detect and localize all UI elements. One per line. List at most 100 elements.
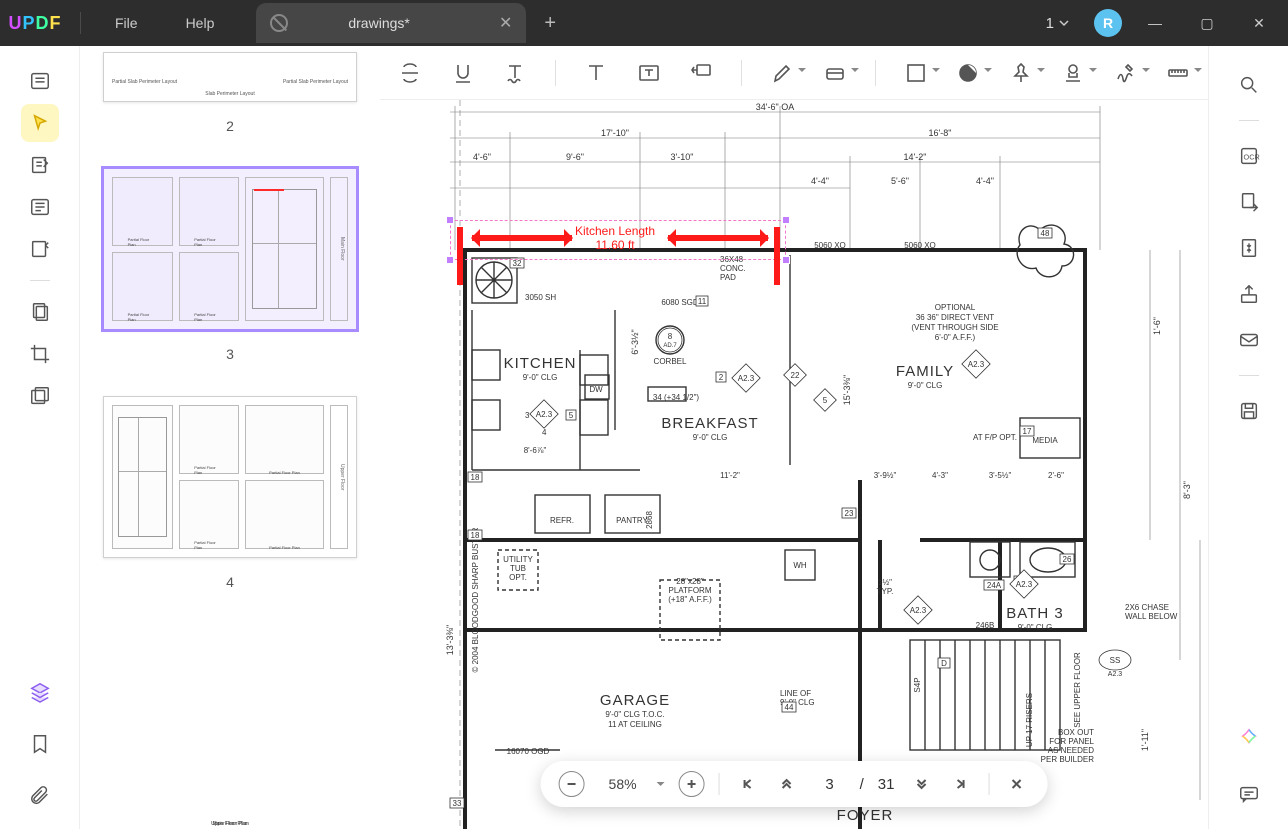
thumbnail-panel[interactable]: Partial Slab Perimeter LayoutPartial Sla…: [80, 46, 380, 829]
svg-text:9'-0" CLG: 9'-0" CLG: [1018, 623, 1053, 632]
email-button[interactable]: [1230, 321, 1268, 359]
compress-button[interactable]: [1230, 229, 1268, 267]
svg-text:23: 23: [845, 509, 854, 518]
next-page-button[interactable]: [908, 771, 934, 797]
svg-text:2X6 CHASEWALL BELOW: 2X6 CHASEWALL BELOW: [1125, 603, 1178, 621]
svg-text:6'-3½": 6'-3½": [630, 329, 640, 354]
comments-panel-button[interactable]: [1230, 775, 1268, 813]
zoom-in-button[interactable]: [679, 771, 705, 797]
sticker-tool[interactable]: [956, 58, 980, 88]
last-page-button[interactable]: [948, 771, 974, 797]
text-tool[interactable]: [584, 58, 608, 88]
zoom-out-button[interactable]: [559, 771, 585, 797]
signature-tool[interactable]: [1113, 58, 1137, 88]
svg-text:34'-6" OA: 34'-6" OA: [756, 102, 794, 112]
svg-text:3'-5½": 3'-5½": [989, 471, 1012, 480]
svg-text:REFR.: REFR.: [550, 516, 574, 525]
page-tools-button[interactable]: [21, 293, 59, 331]
svg-text:22: 22: [791, 371, 800, 380]
svg-text:246B: 246B: [976, 621, 995, 630]
strikethrough-tool[interactable]: [398, 58, 422, 88]
zoom-value[interactable]: 58%: [599, 776, 647, 792]
left-tool-rail: [0, 46, 80, 829]
pin-tool[interactable]: [1008, 58, 1032, 88]
batch-button[interactable]: [21, 377, 59, 415]
edit-mode-button[interactable]: [21, 146, 59, 184]
svg-text:9'-0" CLG: 9'-0" CLG: [523, 373, 558, 382]
document-tab[interactable]: drawings* ✕: [256, 3, 526, 43]
svg-text:18: 18: [471, 473, 480, 482]
squiggly-tool[interactable]: [503, 58, 527, 88]
app-logo: UPDF: [0, 13, 70, 34]
svg-text:4'-3": 4'-3": [932, 471, 948, 480]
ocr-button[interactable]: OCR: [1230, 137, 1268, 175]
area-highlight-tool[interactable]: [822, 58, 846, 88]
svg-text:3'-9½": 3'-9½": [874, 471, 897, 480]
svg-text:4: 4: [542, 428, 547, 437]
svg-text:1'-6": 1'-6": [1152, 317, 1162, 335]
crop-button[interactable]: [21, 335, 59, 373]
bookmark-button[interactable]: [21, 725, 59, 763]
organize-mode-button[interactable]: [21, 188, 59, 226]
thumbnail-number-4: 4: [80, 574, 380, 590]
svg-text:3: 3: [525, 411, 530, 420]
tab-close-icon[interactable]: ✕: [499, 13, 512, 33]
svg-text:9'-0" CLG T.O.C.: 9'-0" CLG T.O.C.: [605, 710, 664, 719]
svg-text:15'-3⅜": 15'-3⅜": [842, 375, 852, 405]
zoom-dropdown-icon[interactable]: [657, 782, 665, 790]
thumbnail-page-3[interactable]: Main Floor Main Floor Plan: [103, 168, 357, 330]
first-page-button[interactable]: [734, 771, 760, 797]
comment-mode-button[interactable]: [21, 104, 59, 142]
svg-text:BOX OUTFOR PANELAS NEEDEDPER B: BOX OUTFOR PANELAS NEEDEDPER BUILDER: [1041, 728, 1095, 764]
share-button[interactable]: [1230, 275, 1268, 313]
thumbnail-number-3: 3: [80, 346, 380, 362]
notification-count[interactable]: 1: [1036, 11, 1080, 36]
svg-text:9'-0" CLG: 9'-0" CLG: [908, 381, 943, 390]
svg-text:9'-6": 9'-6": [566, 152, 584, 162]
titlebar: UPDF File Help drawings* ✕ + 1 R — ▢ ✕: [0, 0, 1288, 46]
page-number-input[interactable]: [814, 771, 846, 797]
svg-text:5060 XO: 5060 XO: [814, 241, 846, 250]
svg-text:5'-6": 5'-6": [891, 176, 909, 186]
thumbnail-page-2[interactable]: Partial Slab Perimeter LayoutPartial Sla…: [103, 52, 357, 102]
menu-file[interactable]: File: [91, 15, 162, 31]
underline-tool[interactable]: [450, 58, 474, 88]
svg-text:FOYER: FOYER: [837, 807, 894, 824]
search-button[interactable]: [1230, 66, 1268, 104]
svg-text:24A: 24A: [987, 581, 1002, 590]
window-minimize-button[interactable]: —: [1136, 8, 1174, 38]
annotation-toolbar: [380, 46, 1208, 100]
window-close-button[interactable]: ✕: [1240, 8, 1278, 38]
pdf-page: 34'-6" OA 17'-10" 16'-8" 4'-6" 9'-6" 3'-…: [380, 100, 1208, 829]
svg-text:44: 44: [785, 703, 794, 712]
ai-assistant-button[interactable]: [1230, 719, 1268, 757]
svg-text:OCR: OCR: [1243, 153, 1259, 162]
thumbnail-page-4[interactable]: Upper Floor Upper Floor Plan: [103, 396, 357, 558]
attachment-button[interactable]: [21, 777, 59, 815]
layers-button[interactable]: [21, 673, 59, 711]
measure-tool[interactable]: [1166, 58, 1190, 88]
save-button[interactable]: [1230, 392, 1268, 430]
svg-text:11 AT CEILING: 11 AT CEILING: [608, 720, 662, 729]
svg-text:26: 26: [1063, 555, 1072, 564]
svg-text:5: 5: [823, 396, 828, 405]
prev-page-button[interactable]: [774, 771, 800, 797]
callout-tool[interactable]: [689, 58, 713, 88]
window-maximize-button[interactable]: ▢: [1188, 8, 1226, 38]
page-controls: 58% / 31: [541, 761, 1048, 807]
stamp-tool[interactable]: [1061, 58, 1085, 88]
new-tab-button[interactable]: +: [544, 12, 556, 35]
highlight-tool[interactable]: [770, 58, 794, 88]
shape-tool[interactable]: [904, 58, 928, 88]
svg-text:S4P: S4P: [913, 677, 922, 692]
form-mode-button[interactable]: [21, 230, 59, 268]
textbox-tool[interactable]: [636, 58, 660, 88]
user-avatar[interactable]: R: [1094, 9, 1122, 37]
convert-button[interactable]: [1230, 183, 1268, 221]
document-canvas[interactable]: 34'-6" OA 17'-10" 16'-8" 4'-6" 9'-6" 3'-…: [380, 100, 1208, 829]
svg-text:CORBEL: CORBEL: [654, 357, 687, 366]
svg-text:UTILITYTUBOPT.: UTILITYTUBOPT.: [503, 555, 533, 582]
menu-help[interactable]: Help: [162, 15, 239, 31]
close-controls-button[interactable]: [1003, 771, 1029, 797]
reader-mode-button[interactable]: [21, 62, 59, 100]
